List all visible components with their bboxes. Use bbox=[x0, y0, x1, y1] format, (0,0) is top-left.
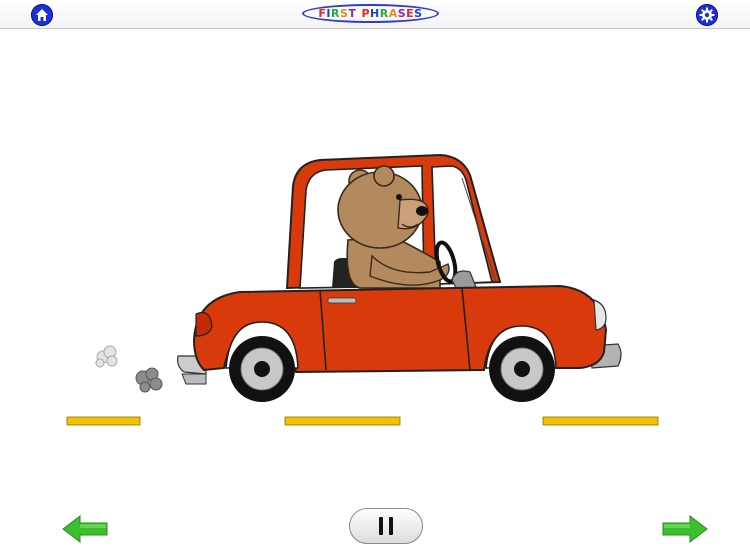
road-line bbox=[284, 416, 401, 426]
pause-icon bbox=[376, 517, 396, 535]
arrow-right-icon bbox=[662, 514, 708, 544]
exhaust-puff bbox=[95, 345, 118, 368]
road-line bbox=[66, 416, 141, 426]
pause-button[interactable] bbox=[349, 508, 423, 544]
road-line bbox=[542, 416, 659, 426]
wheel bbox=[229, 336, 295, 402]
arrow-left-icon bbox=[62, 514, 108, 544]
exhaust-puff bbox=[135, 367, 163, 393]
car bbox=[177, 153, 622, 402]
next-button[interactable] bbox=[662, 514, 708, 544]
previous-button[interactable] bbox=[62, 514, 108, 544]
wheel bbox=[489, 336, 555, 402]
scene-illustration bbox=[66, 153, 659, 426]
